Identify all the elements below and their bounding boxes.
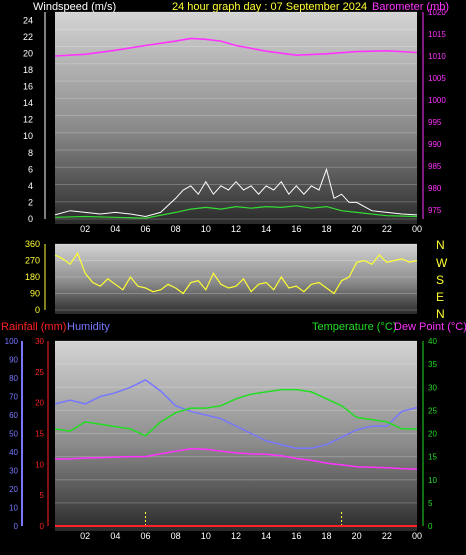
wind-x-tick-10: 10 <box>201 224 211 234</box>
humidity-y-tick-40: 40 <box>9 448 18 457</box>
windspeed-y-tick-0: 0 <box>28 214 33 224</box>
wind-x-tick-04: 04 <box>110 224 120 234</box>
rainfall-y-tick-15: 15 <box>35 430 44 439</box>
windspeed-y-tick-12: 12 <box>23 115 33 125</box>
compass-n-bottom: N <box>436 307 445 321</box>
wind-x-tick-18: 18 <box>321 224 331 234</box>
direction-y-tick-180: 180 <box>25 272 40 282</box>
compass-e: E <box>436 290 444 304</box>
temperature-y-tick-20: 20 <box>428 430 437 439</box>
temperature-y-tick-30: 30 <box>428 383 437 392</box>
rainfall-y-tick-0: 0 <box>40 522 45 531</box>
temperature-y-tick-40: 40 <box>428 337 437 346</box>
chart-title: 24 hour graph day : 07 September 2024 <box>172 1 367 13</box>
wind-x-tick-02: 02 <box>80 224 90 234</box>
wind-panel-background <box>55 12 417 224</box>
windspeed-title: Windspeed (m/s) <box>33 1 116 13</box>
barometer-y-tick-1020: 1020 <box>428 8 446 17</box>
barometer-y-tick-990: 990 <box>428 140 442 149</box>
weather-graph: Windspeed (m/s) 24 hour graph day : 07 S… <box>1 1 466 541</box>
climate-x-tick-02: 02 <box>80 531 90 541</box>
temperature-y-tick-15: 15 <box>428 453 437 462</box>
wind-x-tick-12: 12 <box>231 224 241 234</box>
wind-x-tick-00: 00 <box>412 224 422 234</box>
climate-x-tick-14: 14 <box>261 531 271 541</box>
windspeed-y-tick-2: 2 <box>28 197 33 207</box>
direction-y-tick-360: 360 <box>25 239 40 249</box>
climate-x-tick-10: 10 <box>201 531 211 541</box>
windspeed-y-tick-10: 10 <box>23 131 33 141</box>
humidity-y-tick-50: 50 <box>9 430 18 439</box>
climate-x-tick-22: 22 <box>382 531 392 541</box>
climate-x-tick-06: 06 <box>140 531 150 541</box>
climate-x-tick-00: 00 <box>412 531 422 541</box>
direction-y-tick-0: 0 <box>35 305 40 315</box>
windspeed-y-tick-20: 20 <box>23 48 33 58</box>
direction-y-tick-90: 90 <box>30 289 40 299</box>
humidity-y-tick-20: 20 <box>9 485 18 494</box>
humidity-y-tick-70: 70 <box>9 393 18 402</box>
temperature-y-tick-10: 10 <box>428 476 437 485</box>
temperature-y-tick-35: 35 <box>428 360 437 369</box>
windspeed-y-tick-8: 8 <box>28 148 33 158</box>
climate-x-tick-08: 08 <box>171 531 181 541</box>
rainfall-y-tick-20: 20 <box>35 399 44 408</box>
compass-labels: N W S E N <box>436 238 448 321</box>
rainfall-legend: Rainfall (mm) <box>1 321 66 333</box>
wind-x-tick-22: 22 <box>382 224 392 234</box>
barometer-y-tick-985: 985 <box>428 162 442 171</box>
direction-y-tick-270: 270 <box>25 256 40 266</box>
rainfall-y-tick-25: 25 <box>35 368 44 377</box>
compass-s: S <box>436 273 444 287</box>
barometer-y-tick-980: 980 <box>428 184 442 193</box>
barometer-y-tick-1005: 1005 <box>428 74 446 83</box>
wind-x-tick-20: 20 <box>352 224 362 234</box>
windspeed-y-tick-16: 16 <box>23 82 33 92</box>
direction-panel-background <box>55 244 417 314</box>
temperature-y-tick-25: 25 <box>428 406 437 415</box>
windspeed-y-tick-6: 6 <box>28 164 33 174</box>
windspeed-y-tick-4: 4 <box>28 181 33 191</box>
climate-x-tick-16: 16 <box>291 531 301 541</box>
climate-x-tick-20: 20 <box>352 531 362 541</box>
humidity-y-tick-30: 30 <box>9 467 18 476</box>
windspeed-y-tick-18: 18 <box>23 65 33 75</box>
climate-x-tick-12: 12 <box>231 531 241 541</box>
barometer-y-tick-1015: 1015 <box>428 30 446 39</box>
windspeed-y-tick-24: 24 <box>23 15 33 25</box>
compass-n-top: N <box>436 238 445 252</box>
humidity-y-tick-90: 90 <box>9 356 18 365</box>
barometer-y-tick-995: 995 <box>428 118 442 127</box>
humidity-y-tick-0: 0 <box>14 522 19 531</box>
dewpoint-legend: Dew Point (°C) <box>394 321 466 333</box>
wind-x-tick-14: 14 <box>261 224 271 234</box>
barometer-y-tick-1000: 1000 <box>428 96 446 105</box>
rainfall-y-tick-30: 30 <box>35 337 44 346</box>
rainfall-y-tick-5: 5 <box>40 491 45 500</box>
temperature-legend: Temperature (°C) <box>312 321 396 333</box>
barometer-y-tick-1010: 1010 <box>428 52 446 61</box>
climate-x-tick-04: 04 <box>110 531 120 541</box>
temperature-y-tick-5: 5 <box>428 499 433 508</box>
wind-x-tick-08: 08 <box>171 224 181 234</box>
climate-x-tick-18: 18 <box>321 531 331 541</box>
windspeed-y-tick-14: 14 <box>23 98 33 108</box>
humidity-legend: Humidity <box>67 321 110 333</box>
humidity-y-tick-100: 100 <box>5 337 19 346</box>
compass-w: W <box>436 256 448 270</box>
humidity-y-tick-60: 60 <box>9 411 18 420</box>
wind-x-tick-06: 06 <box>140 224 150 234</box>
barometer-y-tick-975: 975 <box>428 206 442 215</box>
windspeed-y-tick-22: 22 <box>23 32 33 42</box>
temperature-y-tick-0: 0 <box>428 522 433 531</box>
wind-x-tick-16: 16 <box>291 224 301 234</box>
humidity-y-tick-10: 10 <box>9 504 18 513</box>
humidity-y-tick-80: 80 <box>9 374 18 383</box>
rainfall-y-tick-10: 10 <box>35 460 44 469</box>
